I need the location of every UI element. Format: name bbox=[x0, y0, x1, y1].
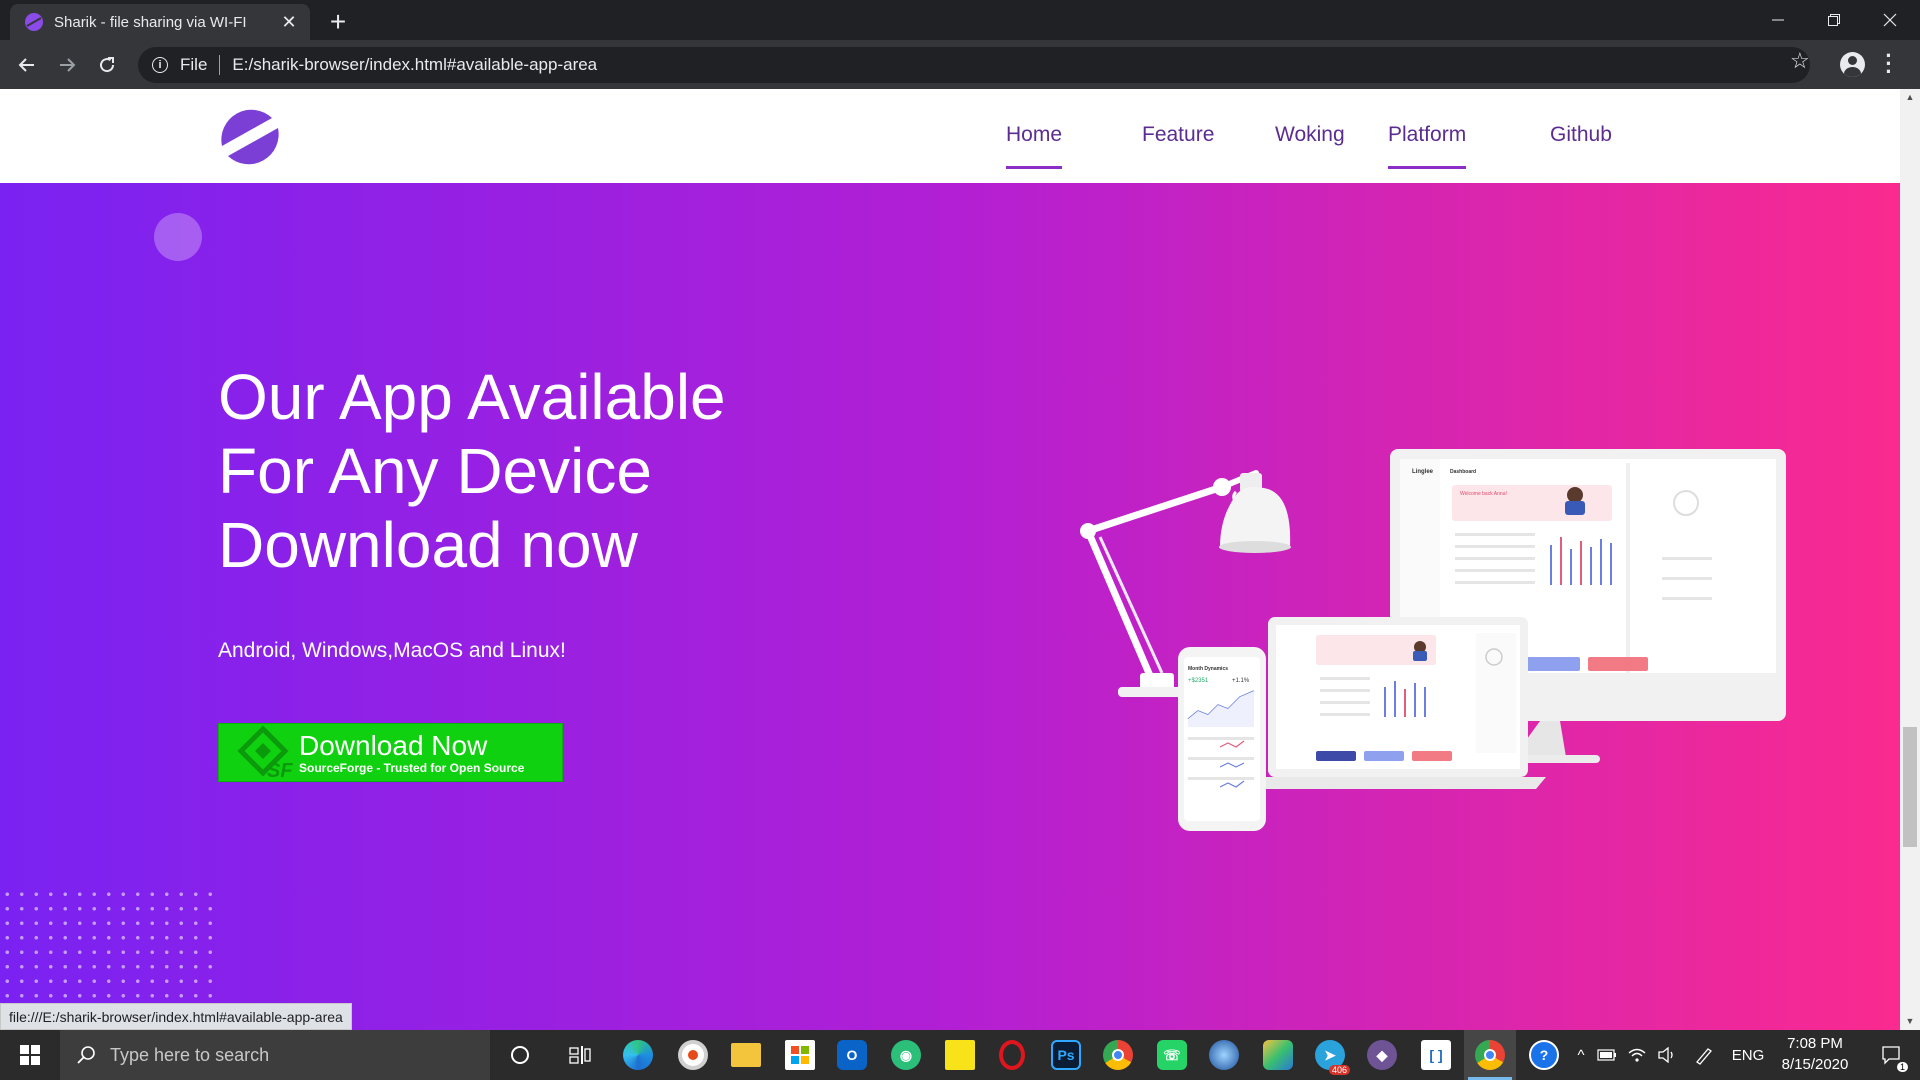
nav-github[interactable]: Github bbox=[1550, 123, 1612, 166]
whatsapp-icon[interactable]: ☏ bbox=[1146, 1030, 1198, 1080]
url-separator bbox=[219, 55, 221, 75]
bookmark-star-icon[interactable]: ☆ bbox=[1790, 48, 1810, 74]
file-explorer-icon[interactable] bbox=[720, 1030, 772, 1080]
restore-icon[interactable] bbox=[1806, 0, 1862, 40]
phone-change: +1.1% bbox=[1232, 678, 1250, 684]
nav-feature[interactable]: Feature bbox=[1142, 123, 1214, 166]
nav-home[interactable]: Home bbox=[1006, 123, 1063, 169]
browser-toolbar: i File E:/sharik-browser/index.html#avai… bbox=[0, 40, 1920, 89]
telegram-icon[interactable]: ➤ 406 bbox=[1304, 1030, 1356, 1080]
chrome-icon[interactable] bbox=[1092, 1030, 1144, 1080]
search-icon bbox=[77, 1046, 95, 1064]
scrollbar-thumb[interactable] bbox=[1903, 727, 1917, 847]
download-text: Download Now SourceForge - Trusted for O… bbox=[299, 729, 525, 775]
photoshop-icon[interactable]: Ps bbox=[1040, 1030, 1092, 1080]
sharik-favicon-icon bbox=[25, 13, 43, 31]
browser-tab[interactable]: Sharik - file sharing via WI-FI ✕ bbox=[10, 4, 310, 40]
windows-taskbar: Type here to search O ◉ Ps ☏ ➤ 406 ◆ []… bbox=[0, 1030, 1920, 1080]
hero-title-line: Download now bbox=[218, 509, 638, 581]
hero-title-line: Our App Available bbox=[218, 361, 726, 433]
help-icon[interactable]: ? bbox=[1518, 1030, 1570, 1080]
tab-close-icon[interactable]: ✕ bbox=[278, 12, 300, 33]
reload-icon[interactable] bbox=[92, 50, 122, 80]
new-tab-button[interactable]: + bbox=[324, 6, 352, 38]
microsoft-store-icon[interactable] bbox=[774, 1030, 826, 1080]
browser-tabstrip: Sharik - file sharing via WI-FI ✕ + bbox=[0, 0, 1920, 40]
dashboard-brand: Linglee bbox=[1412, 469, 1434, 475]
download-sub-label: SourceForge - Trusted for Open Source bbox=[299, 760, 525, 775]
tray-overflow-chevron-icon[interactable]: ^ bbox=[1570, 1030, 1592, 1080]
outlook-icon[interactable]: O bbox=[826, 1030, 878, 1080]
phone-image: Month Dynamics +$2351 +1.1% bbox=[1178, 647, 1266, 831]
notification-count-badge: 1 bbox=[1896, 1062, 1908, 1072]
devices-illustration: Linglee Dashboard Welcome back Anna! Mon… bbox=[1080, 449, 1786, 831]
wifi-icon[interactable] bbox=[1624, 1030, 1650, 1080]
hero-title-line: For Any Device bbox=[218, 435, 652, 507]
cortana-icon[interactable] bbox=[494, 1030, 546, 1080]
volume-icon[interactable] bbox=[1654, 1030, 1680, 1080]
close-window-icon[interactable] bbox=[1862, 0, 1918, 40]
available-app-area: Our App Available For Any Device Downloa… bbox=[0, 183, 1900, 1030]
hero-title: Our App Available For Any Device Downloa… bbox=[218, 360, 918, 582]
taskbar-clock[interactable]: 7:08 PM 8/15/2020 bbox=[1770, 1033, 1860, 1075]
forward-arrow-icon[interactable] bbox=[52, 50, 82, 80]
download-main-label: Download Now bbox=[299, 729, 488, 761]
clock-time: 7:08 PM bbox=[1787, 1035, 1843, 1052]
chrome-active-icon[interactable] bbox=[1464, 1030, 1516, 1080]
back-arrow-icon[interactable] bbox=[12, 50, 42, 80]
clock-date: 8/15/2020 bbox=[1781, 1056, 1849, 1073]
task-view-icon[interactable] bbox=[554, 1030, 606, 1080]
sticky-notes-icon[interactable] bbox=[934, 1030, 986, 1080]
profile-avatar-icon[interactable] bbox=[1840, 52, 1865, 77]
media-player-icon[interactable] bbox=[667, 1030, 719, 1080]
link-status-bar: file:///E:/sharik-browser/index.html#ava… bbox=[0, 1003, 352, 1030]
telegram-unread-badge: 406 bbox=[1328, 1065, 1350, 1075]
phone-title: Month Dynamics bbox=[1188, 666, 1228, 672]
search-placeholder: Type here to search bbox=[110, 1044, 270, 1065]
decorative-dot-grid bbox=[0, 887, 220, 1007]
browser-menu-icon[interactable]: · · · bbox=[1884, 45, 1894, 83]
scroll-down-arrow-icon[interactable]: ▼ bbox=[1900, 1013, 1920, 1030]
nav-platform[interactable]: Platform bbox=[1388, 123, 1467, 169]
scroll-up-arrow-icon[interactable]: ▲ bbox=[1900, 89, 1920, 106]
page-scrollbar[interactable]: ▲ ▼ bbox=[1900, 89, 1920, 1030]
svg-text:SF: SF bbox=[267, 760, 293, 781]
windows-start-icon[interactable] bbox=[0, 1030, 60, 1080]
bluestacks-icon[interactable] bbox=[1252, 1030, 1304, 1080]
hero-subtitle: Android, Windows,MacOS and Linux! bbox=[218, 639, 566, 662]
app-bracket-icon[interactable]: [ ] bbox=[1410, 1030, 1462, 1080]
url-text[interactable]: E:/sharik-browser/index.html#available-a… bbox=[232, 55, 597, 75]
site-header: Home Feature Woking Platform Github bbox=[0, 89, 1900, 183]
minimize-icon[interactable] bbox=[1750, 0, 1806, 40]
app-orb-icon[interactable] bbox=[1198, 1030, 1250, 1080]
site-info-icon[interactable]: i bbox=[152, 57, 168, 73]
github-desktop-icon[interactable]: ◆ bbox=[1356, 1030, 1408, 1080]
language-indicator[interactable]: ENG bbox=[1726, 1030, 1770, 1080]
page-viewport: Home Feature Woking Platform Github Our … bbox=[0, 89, 1920, 1030]
nav-woking[interactable]: Woking bbox=[1275, 123, 1345, 166]
dashboard-title: Dashboard bbox=[1450, 469, 1476, 475]
url-scheme-label: File bbox=[180, 55, 208, 74]
address-bar[interactable]: i File E:/sharik-browser/index.html#avai… bbox=[138, 47, 1810, 83]
decorative-bubble bbox=[154, 213, 202, 261]
opera-browser-icon[interactable] bbox=[986, 1030, 1038, 1080]
edge-browser-icon[interactable] bbox=[612, 1030, 664, 1080]
maps-app-icon[interactable]: ◉ bbox=[880, 1030, 932, 1080]
laptop-image bbox=[1250, 617, 1546, 789]
dashboard-welcome: Welcome back Anna! bbox=[1460, 491, 1507, 497]
battery-icon[interactable] bbox=[1594, 1030, 1620, 1080]
pen-ink-icon[interactable] bbox=[1690, 1030, 1718, 1080]
notification-center-icon[interactable]: 1 bbox=[1870, 1030, 1914, 1080]
taskbar-search-box[interactable]: Type here to search bbox=[60, 1030, 490, 1080]
phone-value: +$2351 bbox=[1188, 678, 1209, 684]
tab-title: Sharik - file sharing via WI-FI bbox=[54, 13, 247, 31]
sourceforge-logo-icon: SF bbox=[237, 724, 293, 781]
sharik-logo[interactable] bbox=[216, 104, 284, 170]
sourceforge-download-button[interactable]: SF Download Now SourceForge - Trusted fo… bbox=[218, 723, 563, 782]
